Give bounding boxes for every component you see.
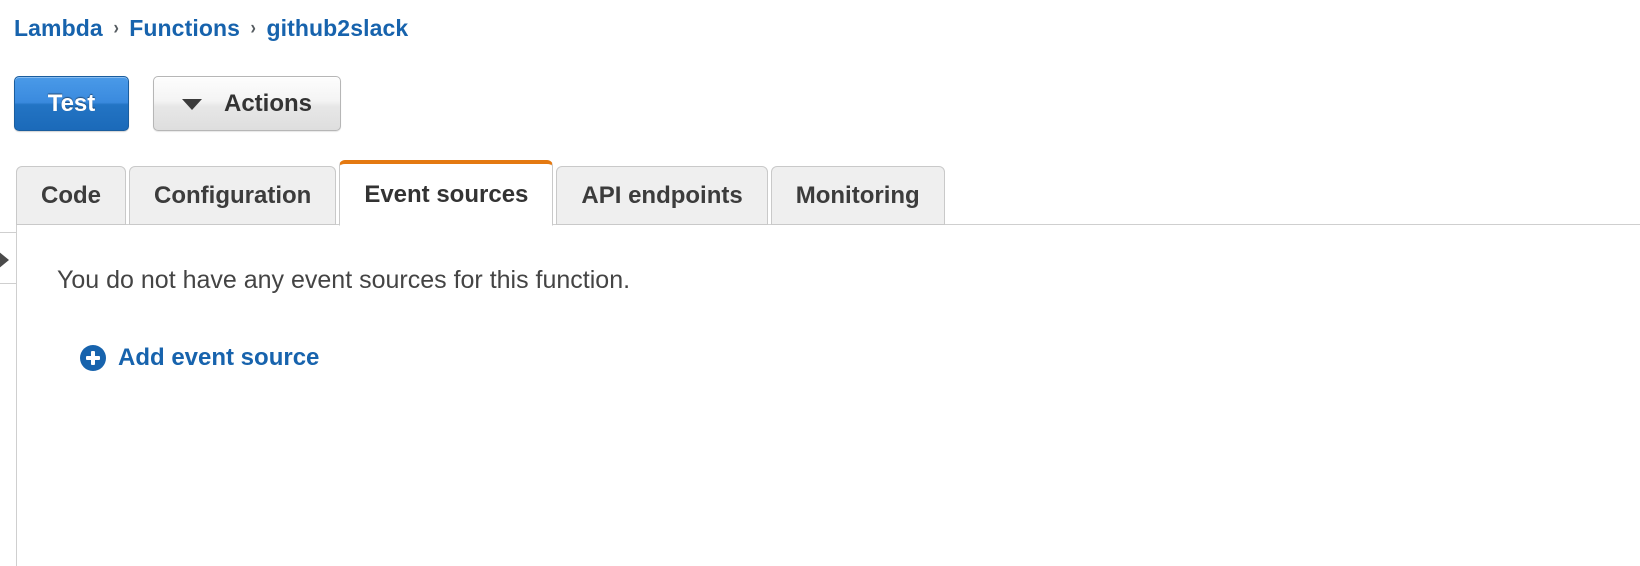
expand-right-arrow-icon <box>0 251 9 269</box>
sidebar-expand-toggle[interactable] <box>0 232 16 284</box>
actions-button[interactable]: Actions <box>153 76 341 131</box>
empty-state-message: You do not have any event sources for th… <box>57 266 631 294</box>
event-sources-panel: You do not have any event sources for th… <box>16 224 1640 566</box>
caret-down-icon <box>181 99 202 110</box>
test-button[interactable]: Test <box>14 76 129 131</box>
breadcrumb: Lambda › Functions › github2slack <box>14 12 408 44</box>
plus-circle-icon <box>80 345 106 371</box>
toolbar: Test Actions <box>14 76 341 131</box>
tab-event-sources[interactable]: Event sources <box>339 160 554 226</box>
breadcrumb-separator-icon: › <box>250 17 256 39</box>
tab-monitoring[interactable]: Monitoring <box>770 166 945 225</box>
breadcrumb-item-lambda[interactable]: Lambda <box>14 15 103 42</box>
tab-api-endpoints[interactable]: API endpoints <box>556 166 768 225</box>
actions-button-label: Actions <box>223 89 312 117</box>
breadcrumb-separator-icon: › <box>113 17 119 39</box>
breadcrumb-item-github2slack[interactable]: github2slack <box>266 15 408 42</box>
tab-configuration[interactable]: Configuration <box>129 166 337 225</box>
tab-code[interactable]: Code <box>16 166 126 225</box>
add-event-source-link[interactable]: Add event source <box>80 344 319 372</box>
breadcrumb-item-functions[interactable]: Functions <box>129 15 240 42</box>
add-event-source-label: Add event source <box>118 344 320 371</box>
tab-bar: Code Configuration Event sources API end… <box>16 160 948 226</box>
